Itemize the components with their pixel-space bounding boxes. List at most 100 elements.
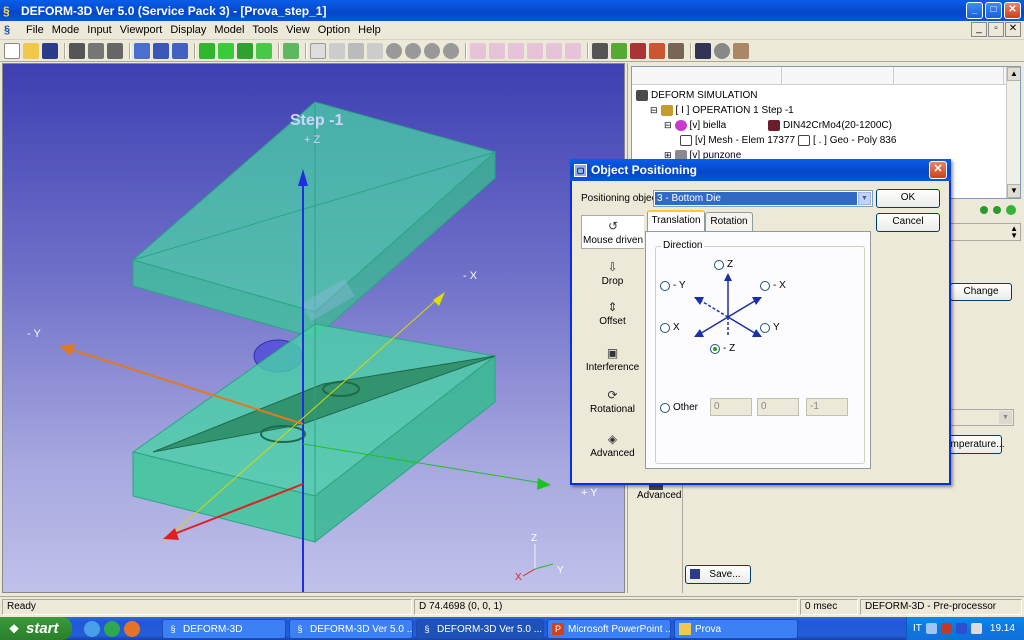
camera-icon[interactable] (69, 42, 85, 59)
mdi-minimize-button[interactable]: _ (971, 22, 987, 37)
green-shape-3-icon[interactable] (237, 42, 253, 59)
green-dots-icon[interactable] (1006, 205, 1016, 215)
green-shape-2-icon[interactable] (218, 42, 234, 59)
stop-icon[interactable] (714, 42, 730, 59)
mode-drop[interactable]: ⇩ Drop (581, 261, 644, 288)
pan-icon[interactable] (329, 42, 345, 59)
green-dot-2-icon[interactable] (993, 206, 1001, 214)
positioning-object-select[interactable]: 3 - Bottom Die ▼ (653, 190, 873, 207)
radio-y[interactable]: Y (760, 322, 780, 333)
mesh-tool-icon[interactable] (592, 42, 608, 59)
radio-x-dot[interactable] (660, 322, 670, 333)
rotate-x-icon[interactable] (386, 42, 402, 59)
chevron-down-icon[interactable]: ▼ (858, 192, 871, 205)
mode-rotational[interactable]: ⟳ Rotational (581, 389, 644, 416)
tab-rotation[interactable]: Rotation (705, 212, 753, 231)
task-prova-folder[interactable]: Prova (674, 619, 798, 639)
tree-object-biella[interactable]: ⊟ [v] biella (664, 120, 726, 131)
mdi-restore-button[interactable]: ▫ (988, 22, 1004, 37)
save-button[interactable]: Save... (685, 565, 751, 584)
start-button[interactable]: ❖ start (0, 617, 72, 640)
ok-button[interactable]: OK (876, 189, 940, 208)
tree-scrollbar[interactable]: ▲ ▼ (1006, 67, 1020, 198)
radio-other-dot[interactable] (660, 402, 670, 413)
preview-icon[interactable] (107, 42, 123, 59)
mode-offset[interactable]: ⇕ Offset (581, 301, 644, 328)
chrome-icon[interactable] (104, 620, 120, 637)
scroll-down-icon[interactable]: ▼ (1007, 184, 1020, 198)
dialog-close-button[interactable]: ✕ (929, 161, 947, 179)
radio-minus-z-dot[interactable] (710, 343, 720, 354)
menu-display[interactable]: Display (166, 24, 210, 36)
check-icon[interactable] (695, 42, 711, 59)
axis-view-1-icon[interactable] (470, 42, 486, 59)
menu-file[interactable]: File (22, 24, 48, 36)
radio-minus-y-dot[interactable] (660, 280, 670, 291)
menu-view[interactable]: View (282, 24, 314, 36)
rotate-y-icon[interactable] (405, 42, 421, 59)
save-icon[interactable] (42, 42, 58, 59)
radio-x[interactable]: X (660, 322, 680, 333)
mdi-close-button[interactable]: ✕ (1005, 22, 1021, 37)
menu-help[interactable]: Help (354, 24, 385, 36)
task-powerpoint[interactable]: P Microsoft PowerPoint ... (547, 619, 671, 639)
tray-network-icon[interactable] (925, 623, 937, 634)
tray-volume-icon[interactable] (970, 623, 982, 634)
object-list-icon[interactable] (630, 42, 646, 59)
axis-view-4-icon[interactable] (527, 42, 543, 59)
other-x-field[interactable]: 0 (710, 398, 752, 416)
tree-root[interactable]: DEFORM SIMULATION (636, 90, 757, 101)
menu-viewport[interactable]: Viewport (116, 24, 167, 36)
document-icon[interactable]: § (4, 23, 18, 37)
minimize-button[interactable]: _ (966, 2, 983, 19)
spin-arrows-icon[interactable]: ▲ ▼ (1010, 225, 1018, 240)
cancel-button[interactable]: Cancel (876, 213, 940, 232)
axis-view-2-icon[interactable] (489, 42, 505, 59)
dropdown-field[interactable]: ▼ (950, 409, 1014, 426)
radio-z-dot[interactable] (714, 259, 724, 270)
menu-mode[interactable]: Mode (48, 24, 84, 36)
axis-view-5-icon[interactable] (546, 42, 562, 59)
new-file-icon[interactable] (4, 42, 20, 59)
task-deform-1[interactable]: § DEFORM-3D (162, 619, 286, 639)
object-tool-icon[interactable] (172, 42, 188, 59)
move-view-icon[interactable] (153, 42, 169, 59)
select-arrow-icon[interactable] (310, 42, 326, 59)
task-deform-2[interactable]: § DEFORM-3D Ver 5.0 ... (289, 619, 413, 639)
menu-model[interactable]: Model (210, 24, 248, 36)
dialog-title-bar[interactable]: ▢ Object Positioning ✕ (570, 159, 951, 181)
close-button[interactable]: ✕ (1004, 2, 1021, 19)
task-deform-3[interactable]: § DEFORM-3D Ver 5.0 ... (416, 619, 544, 639)
radio-minus-z[interactable]: - Z (710, 343, 735, 354)
axis-view-6-icon[interactable] (565, 42, 581, 59)
maximize-button[interactable]: □ (985, 2, 1002, 19)
rotate-z-icon[interactable] (424, 42, 440, 59)
tree-material[interactable]: DIN42CrMo4(20-1200C) (768, 120, 892, 131)
zoom-icon[interactable] (348, 42, 364, 59)
advanced-mode-label[interactable]: Advanced (637, 490, 681, 501)
temperature-button[interactable]: emperature... (944, 435, 1004, 454)
material-tool-icon[interactable] (611, 42, 627, 59)
add-object-icon[interactable] (283, 42, 299, 59)
mode-interference[interactable]: ▣ Interference (581, 347, 644, 374)
other-y-field[interactable]: 0 (757, 398, 799, 416)
radio-minus-y[interactable]: - Y (660, 280, 686, 291)
tree-mesh[interactable]: [v] Mesh - Elem 17377 [ . ] Geo - Poly 8… (680, 135, 896, 146)
expand-icon[interactable]: ⊟ (650, 105, 658, 116)
menu-option[interactable]: Option (314, 24, 354, 36)
tray-security-icon[interactable] (940, 623, 952, 634)
menu-input[interactable]: Input (83, 24, 115, 36)
menu-tools[interactable]: Tools (248, 24, 282, 36)
graphics-viewport[interactable]: + Z - X - Y + Y Z X Y Step -1 (2, 63, 625, 593)
green-shape-4-icon[interactable] (256, 42, 272, 59)
tray-bluetooth-icon[interactable] (955, 623, 967, 634)
green-dot-1-icon[interactable] (980, 206, 988, 214)
database-icon[interactable] (668, 42, 684, 59)
open-folder-icon[interactable] (23, 42, 39, 59)
axis-view-3-icon[interactable] (508, 42, 524, 59)
other-z-field[interactable]: -1 (806, 398, 848, 416)
clock[interactable]: 19.14 (990, 623, 1015, 634)
print-icon[interactable] (88, 42, 104, 59)
mode-mouse-driven[interactable]: ↺ Mouse driven (581, 215, 644, 249)
dropdown-arrow-icon[interactable]: ▼ (999, 411, 1012, 424)
